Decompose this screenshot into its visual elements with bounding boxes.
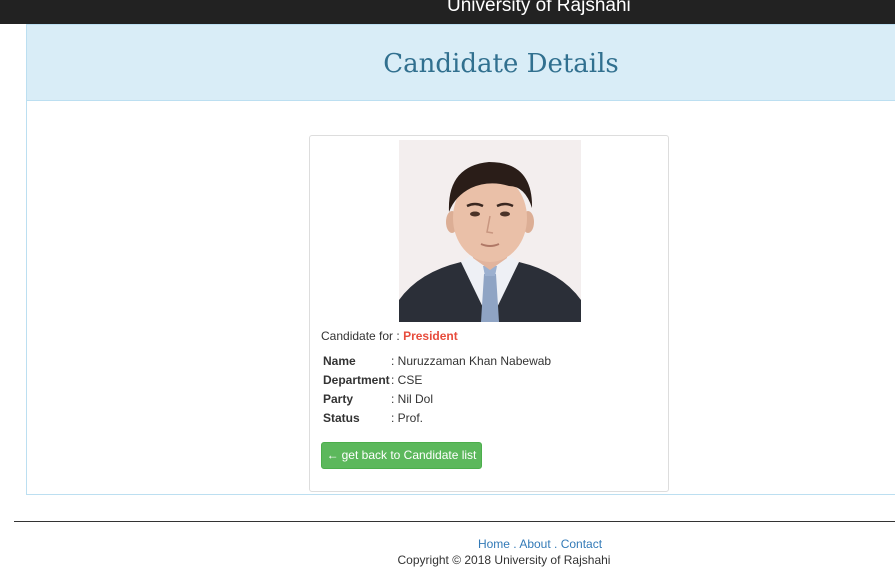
detail-row-status: Status : Prof.	[323, 408, 551, 427]
footer-link-contact[interactable]: Contact	[561, 537, 602, 551]
detail-value: : Nuruzzaman Khan Nabewab	[391, 353, 552, 368]
detail-label: Status	[323, 410, 360, 425]
arrow-left-icon: ←	[326, 448, 339, 462]
page-title: Candidate Details	[383, 49, 619, 79]
candidate-photo	[399, 140, 581, 322]
panel-heading: Candidate Details	[27, 25, 895, 101]
footer-link-about[interactable]: About	[519, 537, 550, 551]
detail-value: : Nil Dol	[391, 391, 434, 406]
candidate-for-line: Candidate for : President	[321, 329, 458, 343]
copyright-text: Copyright © 2018 University of Rajshahi	[397, 553, 611, 567]
footer-separator: .	[509, 537, 520, 551]
detail-label: Name	[323, 353, 356, 368]
site-title[interactable]: University of Rajshahi	[447, 0, 631, 17]
detail-value: : CSE	[391, 372, 423, 387]
candidate-for-label: Candidate for :	[321, 329, 400, 343]
detail-row-department: Department : CSE	[323, 370, 551, 389]
detail-label: Party	[323, 391, 354, 406]
top-navbar: University of Rajshahi	[0, 0, 895, 24]
detail-value: : Prof.	[391, 410, 424, 425]
footer-separator: .	[550, 537, 561, 551]
detail-row-name: Name : Nuruzzaman Khan Nabewab	[323, 351, 551, 370]
candidate-card: Candidate for : President Name : Nuruzza…	[309, 135, 669, 492]
footer-divider	[14, 521, 895, 522]
footer-link-home[interactable]: Home	[478, 537, 510, 551]
candidate-position: President	[403, 329, 458, 343]
back-button-label: get back to Candidate list	[341, 448, 477, 462]
back-to-candidate-list-button[interactable]: ← get back to Candidate list	[321, 442, 482, 469]
candidate-panel: Candidate Details Candidate for: Presid…	[26, 24, 895, 495]
detail-label: Department	[323, 372, 390, 387]
detail-row-party: Party : Nil Dol	[323, 389, 551, 408]
candidate-details-table: Name : Nuruzzaman Khan Nabewab Departmen…	[323, 351, 551, 427]
footer-links: Home . About . Contact	[0, 537, 895, 551]
